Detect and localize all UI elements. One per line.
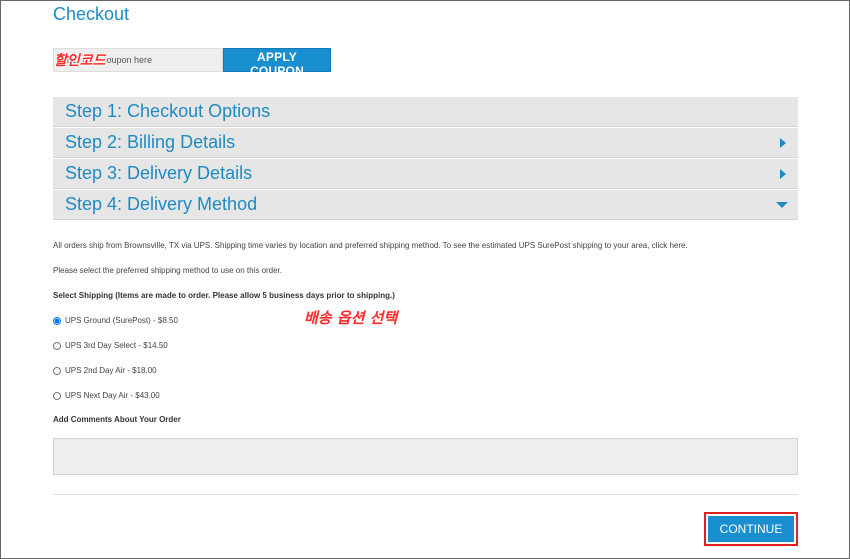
shipping-info-text: All orders ship from Brownsville, TX via… <box>53 241 688 250</box>
radio-ups-next-day[interactable] <box>53 391 61 400</box>
shipping-option-ups-ground[interactable]: UPS Ground (SurePost) - $8.50 <box>53 308 178 333</box>
step-title: Step 1: Checkout Options <box>65 101 271 121</box>
continue-button[interactable]: CONTINUE <box>708 516 794 542</box>
apply-coupon-button[interactable]: APPLY COUPON <box>223 48 331 78</box>
step-title: Step 3: Delivery Details <box>65 163 253 183</box>
shipping-prompt-text: Please select the preferred shipping met… <box>53 266 283 275</box>
step-delivery-method[interactable]: Step 4: Delivery Method <box>53 190 798 220</box>
step-delivery-details[interactable]: Step 3: Delivery Details <box>53 159 798 189</box>
shipping-option-ups-3rd-day[interactable]: UPS 3rd Day Select - $14.50 <box>53 333 178 358</box>
triangle-down-icon <box>776 201 788 208</box>
radio-ups-2nd-day[interactable] <box>53 366 61 375</box>
select-shipping-label: Select Shipping (Items are made to order… <box>53 291 395 300</box>
page-title: Checkout <box>53 4 130 24</box>
step-checkout-options[interactable]: Step 1: Checkout Options <box>53 97 798 127</box>
coupon-annotation: 할인코드 <box>54 53 106 69</box>
comments-textarea[interactable] <box>53 438 798 475</box>
triangle-right-icon <box>780 137 786 148</box>
comments-label: Add Comments About Your Order <box>53 415 181 424</box>
window-frame <box>0 0 850 559</box>
step-title: Step 4: Delivery Method <box>65 194 258 214</box>
step-billing-details[interactable]: Step 2: Billing Details <box>53 128 798 158</box>
checkout-steps: Step 1: Checkout Options Step 2: Billing… <box>53 97 798 221</box>
shipping-option-label: UPS Next Day Air - $43.00 <box>65 391 160 400</box>
radio-ups-3rd-day[interactable] <box>53 341 61 350</box>
shipping-option-label: UPS 2nd Day Air - $18.00 <box>65 366 157 375</box>
shipping-option-label: UPS Ground (SurePost) - $8.50 <box>65 316 178 325</box>
step-title: Step 2: Billing Details <box>65 132 236 152</box>
shipping-options: UPS Ground (SurePost) - $8.50 UPS 3rd Da… <box>53 308 178 408</box>
radio-ups-ground[interactable] <box>53 316 61 325</box>
continue-highlight: CONTINUE <box>704 512 798 546</box>
triangle-right-icon <box>780 168 786 179</box>
shipping-annotation: 배송 옵션 선택 <box>304 309 398 327</box>
shipping-option-ups-next-day[interactable]: UPS Next Day Air - $43.00 <box>53 383 178 408</box>
shipping-option-ups-2nd-day[interactable]: UPS 2nd Day Air - $18.00 <box>53 358 178 383</box>
shipping-option-label: UPS 3rd Day Select - $14.50 <box>65 341 168 350</box>
divider <box>53 494 798 495</box>
